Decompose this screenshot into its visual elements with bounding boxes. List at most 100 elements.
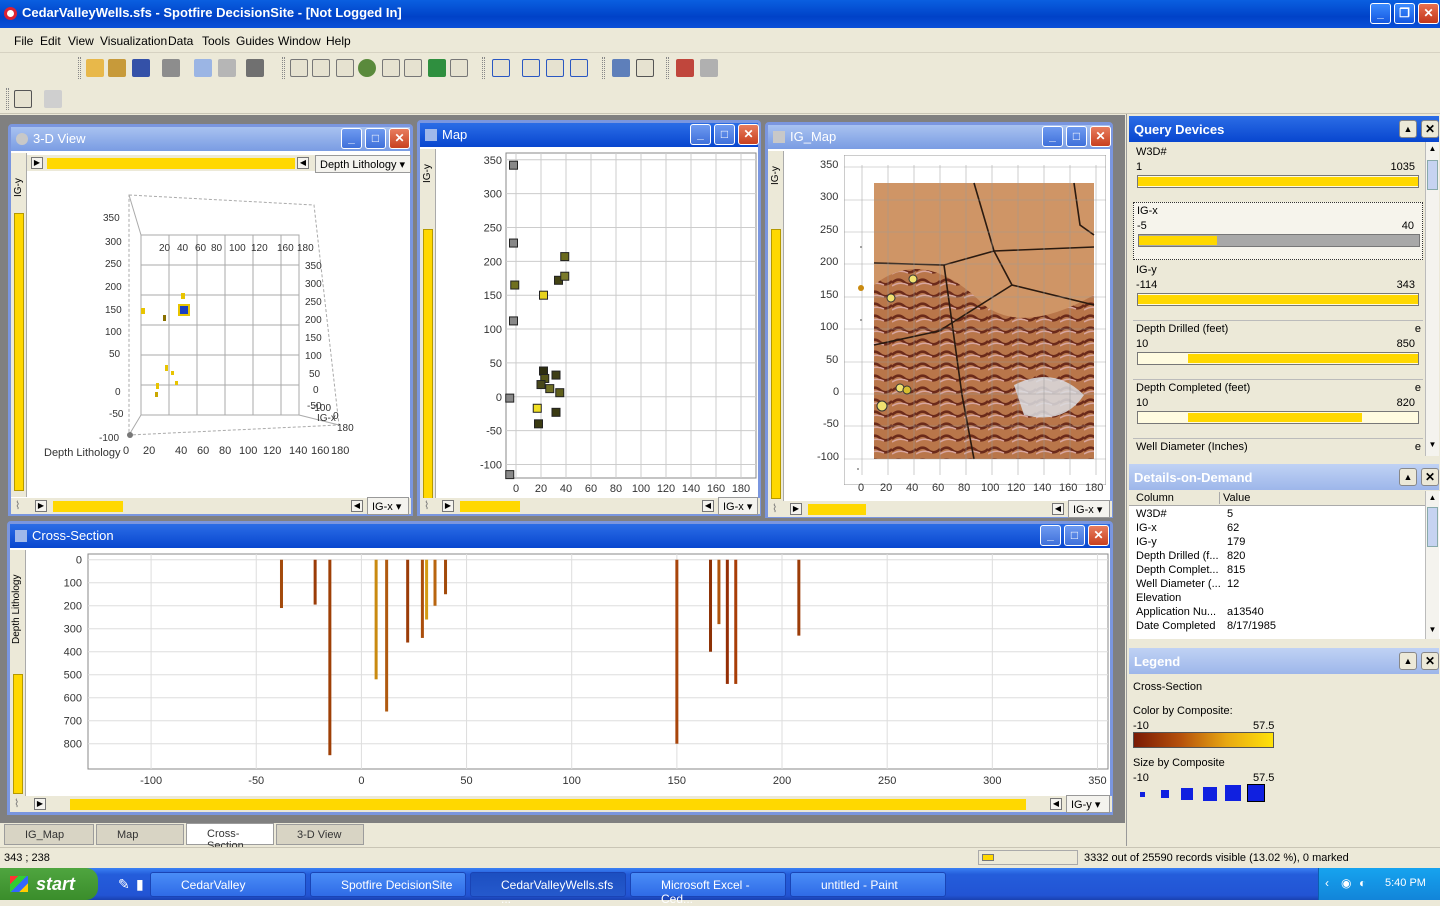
panel-map-titlebar[interactable]: Map _ □ ✕ (420, 123, 759, 147)
scroll-down-icon[interactable]: ▼ (1427, 440, 1438, 452)
copy-icon[interactable] (194, 59, 212, 77)
3d-scatter-icon[interactable] (312, 59, 330, 77)
scroll-up-icon[interactable]: ▲ (1427, 493, 1438, 502)
tile-vertical-icon[interactable] (546, 59, 564, 77)
tab-cross-section[interactable]: Cross-Section (186, 823, 274, 852)
minimize-button[interactable]: _ (1370, 3, 1391, 24)
maximize-panel-button[interactable]: □ (1066, 126, 1087, 147)
menu-view[interactable]: View (68, 34, 94, 48)
line-chart-icon[interactable] (382, 59, 400, 77)
maximize-panel-button[interactable]: □ (714, 124, 735, 145)
task-spotfire[interactable]: Spotfire DecisionSite (310, 872, 466, 897)
collapse-button[interactable]: ▲ (1399, 468, 1417, 486)
network-icon[interactable]: ◉ (1341, 876, 1351, 890)
open-web-icon[interactable] (108, 59, 126, 77)
x-axis-combo[interactable]: IG-x ▾ (367, 497, 409, 515)
tile-layout-icon[interactable] (492, 59, 510, 77)
ig-map-plot[interactable] (844, 155, 1106, 485)
paperclip-icon[interactable]: ⌇ (15, 499, 20, 512)
scroll-left-button[interactable]: ▶ (790, 503, 802, 515)
pie-chart-icon[interactable] (358, 59, 376, 77)
scroll-thumb[interactable] (1427, 160, 1438, 190)
table-icon[interactable] (450, 59, 468, 77)
collapse-button[interactable]: ▲ (1399, 120, 1417, 138)
panel-3d-view-titlebar[interactable]: 3-D View _ □ ✕ (11, 127, 410, 151)
scroll-left-button[interactable]: ▶ (35, 500, 47, 512)
minimize-panel-button[interactable]: _ (1042, 126, 1063, 147)
bar-chart-icon[interactable] (336, 59, 354, 77)
paste-icon[interactable] (218, 59, 236, 77)
open-folder-icon[interactable] (86, 59, 104, 77)
minimize-panel-button[interactable]: _ (1040, 525, 1061, 546)
menu-tools[interactable]: Tools (202, 34, 230, 48)
menu-help[interactable]: Help (326, 34, 351, 48)
scatter-plot-icon[interactable] (290, 59, 308, 77)
scroll-right-button[interactable]: ◀ (297, 157, 309, 169)
close-pane-button[interactable]: ✕ (1421, 468, 1439, 486)
z-axis-slider[interactable] (47, 158, 295, 169)
tray-expand-icon[interactable]: ‹ (1325, 876, 1329, 890)
cascade-icon[interactable] (522, 59, 540, 77)
range-slider[interactable] (1138, 234, 1420, 247)
scroll-right-button[interactable]: ◀ (702, 500, 714, 512)
home-icon[interactable] (44, 90, 62, 108)
scroll-left-button[interactable]: ▶ (34, 798, 46, 810)
menu-window[interactable]: Window (278, 34, 321, 48)
paperclip-icon[interactable]: ⌇ (14, 797, 19, 810)
quick-launch-icon[interactable]: ▮ (136, 876, 144, 893)
menu-data[interactable]: Data (168, 34, 193, 48)
cross-section-chart[interactable]: -100 -50 0 50 100 150 200 250 300 350 0 100 200 300 40… (28, 548, 1110, 796)
quick-launch-icon[interactable]: ✎ (118, 876, 130, 893)
panel-ig-map-titlebar[interactable]: IG_Map _ □ ✕ (768, 125, 1111, 149)
y-axis-slider[interactable] (13, 674, 23, 794)
query-scrollbar[interactable]: ▲ ▼ (1425, 142, 1439, 456)
annotation-icon[interactable] (700, 59, 718, 77)
task-cedarvalley[interactable]: CedarValley (150, 872, 306, 897)
x-axis-combo[interactable]: IG-y ▾ (1066, 795, 1110, 813)
color-by-combo[interactable]: Depth Lithology ▾ (315, 155, 411, 173)
y-axis-selector[interactable]: IG-y (13, 157, 24, 197)
undo-icon[interactable] (246, 59, 264, 77)
paperclip-icon[interactable]: ⌇ (772, 502, 777, 515)
scroll-right-button[interactable]: ◀ (351, 500, 363, 512)
close-pane-button[interactable]: ✕ (1421, 120, 1439, 138)
y-axis-slider[interactable] (14, 213, 24, 491)
paperclip-icon[interactable]: ⌇ (424, 499, 429, 512)
range-slider[interactable] (1137, 352, 1419, 365)
menu-guides[interactable]: Guides (236, 34, 274, 48)
menu-edit[interactable]: Edit (40, 34, 61, 48)
print-icon[interactable] (162, 59, 180, 77)
task-cedarvalleywells[interactable]: CedarValleyWells.sfs ... (470, 872, 626, 906)
tab-3d-view[interactable]: 3-D View (276, 824, 364, 845)
close-panel-button[interactable]: ✕ (389, 128, 410, 149)
query-device-well-diameter[interactable]: Well Diameter (Inches) e (1133, 438, 1423, 458)
x-axis-slider[interactable] (53, 501, 123, 512)
scroll-right-button[interactable]: ◀ (1052, 503, 1064, 515)
legend-header[interactable]: Legend ▲ ✕ (1129, 648, 1439, 674)
profile-chart-icon[interactable] (404, 59, 422, 77)
details-scrollbar[interactable]: ▲ ▼ (1425, 491, 1439, 639)
list-icon[interactable] (636, 59, 654, 77)
restore-button[interactable]: ❐ (1394, 3, 1415, 24)
tab-ig-map[interactable]: IG_Map (4, 824, 94, 845)
menu-visualization[interactable]: Visualization (100, 34, 167, 48)
scroll-right-button[interactable]: ◀ (1050, 798, 1062, 810)
close-panel-button[interactable]: ✕ (1090, 126, 1111, 147)
range-slider[interactable] (1137, 175, 1419, 188)
minimize-panel-button[interactable]: _ (690, 124, 711, 145)
collapse-button[interactable]: ▲ (1399, 652, 1417, 670)
heat-map-icon[interactable] (428, 59, 446, 77)
bookmark-icon[interactable] (676, 59, 694, 77)
query-devices-header[interactable]: Query Devices ▲ ✕ (1129, 116, 1439, 142)
tab-map[interactable]: Map (96, 824, 184, 845)
scroll-thumb[interactable] (1427, 507, 1438, 547)
task-paint[interactable]: untitled - Paint (790, 872, 946, 897)
details-on-demand-header[interactable]: Details-on-Demand ▲ ✕ (1129, 464, 1439, 490)
x-axis-combo[interactable]: IG-x ▾ (1068, 500, 1110, 518)
y-axis-selector[interactable]: Depth Lithology (11, 554, 22, 645)
spotfire-app-icon[interactable] (4, 7, 17, 20)
scroll-down-icon[interactable]: ▼ (1427, 625, 1438, 634)
query-device-depth-drilled[interactable]: Depth Drilled (feet) e 10 850 (1133, 320, 1423, 376)
query-device-depth-completed[interactable]: Depth Completed (feet) e 10 820 (1133, 379, 1423, 435)
tile-horizontal-icon[interactable] (570, 59, 588, 77)
